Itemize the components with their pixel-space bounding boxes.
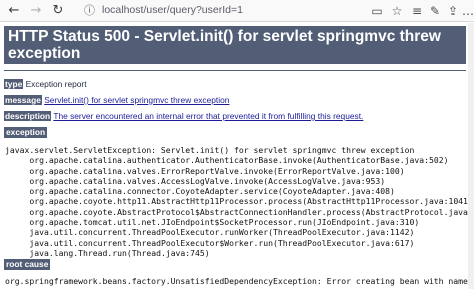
message-value: Servlet.init() for servlet springmvc thr… [44,95,230,105]
share-icon[interactable]: ⇪ [446,3,460,19]
address-bar[interactable]: ⓘ localhost/user/query?userId=1 [84,2,374,20]
description-row: description The server encountered an in… [4,111,363,122]
type-row: type Exception report [4,79,87,90]
scrollbar[interactable] [468,23,474,289]
browser-toolbar: ← → ↻ ⓘ localhost/user/query?userId=1 ▭ … [0,0,474,22]
bookmark-star-icon[interactable]: ☆ [390,3,404,19]
reload-icon[interactable]: ↻ [50,3,66,19]
more-icon[interactable]: … [461,3,474,19]
exception-trace: javax.servlet.ServletException: Servlet.… [5,145,474,258]
page-title: HTTP Status 500 - Servlet.init() for ser… [4,26,466,64]
message-row: message Servlet.init() for servlet sprin… [4,95,229,106]
root-cause-label: root cause [4,259,51,270]
page-content: HTTP Status 500 - Servlet.init() for ser… [0,23,474,289]
forward-icon[interactable]: → [28,3,44,19]
type-value: Exception report [25,79,87,89]
site-info-icon[interactable]: ⓘ [84,3,98,19]
type-label: type [4,79,24,89]
description-value: The server encountered an internal error… [53,111,364,121]
exception-label: exception [4,127,48,138]
message-label: message [4,95,42,105]
back-icon[interactable]: ← [6,3,22,19]
reading-view-icon[interactable]: ▭ [370,3,384,19]
description-label: description [4,111,52,121]
url-text[interactable]: localhost/user/query?userId=1 [102,4,243,16]
notes-icon[interactable]: ✎ [428,3,442,19]
favorites-icon[interactable]: ≡ [410,3,424,19]
divider [4,70,466,71]
root-cause-trace: org.springframework.beans.factory.Unsati… [5,276,474,286]
